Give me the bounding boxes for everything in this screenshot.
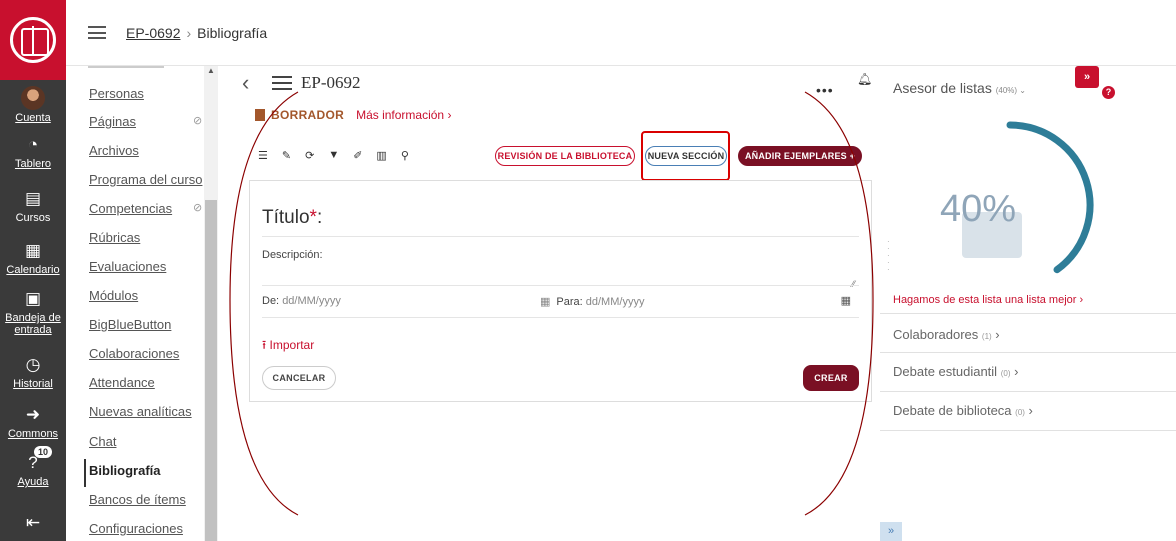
chevron-down-icon[interactable]: ⌄ <box>1017 86 1026 95</box>
divider <box>880 391 1176 392</box>
advisor-section-library-debate[interactable]: Debate de biblioteca (0) › <box>893 403 1033 418</box>
collapse-advisor-button[interactable]: » <box>1075 66 1099 88</box>
advisor-title: Asesor de listas (40%) ⌄ <box>893 80 1026 96</box>
divider <box>880 430 1176 431</box>
advisor-title-pct: (40%) <box>995 86 1018 95</box>
advisor-section-collaborators[interactable]: Colaboradores (1) › <box>893 327 1000 342</box>
help-icon[interactable]: ? <box>1102 86 1115 99</box>
annotation-left-arc <box>229 91 299 516</box>
expand-panel-icon[interactable]: » <box>880 522 902 541</box>
drag-handle-icon[interactable]: · · · · · <box>887 238 890 274</box>
divider <box>880 352 1176 353</box>
progress-arc <box>1006 121 1094 274</box>
chevron-right-icon: › <box>1024 403 1033 418</box>
advisor-section-student-debate[interactable]: Debate estudiantil (0) › <box>893 364 1018 379</box>
section-label: Debate estudiantil <box>893 364 998 379</box>
chevron-right-icon: › <box>991 327 1000 342</box>
chevron-right-icon: › <box>1010 364 1019 379</box>
annotation-right-arc <box>804 91 874 516</box>
advisor-percent: 40% <box>940 188 1017 230</box>
section-label: Debate de biblioteca <box>893 403 1012 418</box>
app-root: Cuenta ◔ Tablero ▤ Cursos ▦ Calendario ▣… <box>0 0 1176 541</box>
section-label: Colaboradores <box>893 327 979 342</box>
section-count: (0) <box>1015 408 1025 417</box>
section-count: (1) <box>981 332 992 341</box>
divider <box>880 313 1176 314</box>
improve-list-link[interactable]: Hagamos de esta lista una lista mejor › <box>893 294 1083 306</box>
advisor-title-text: Asesor de listas <box>893 80 992 96</box>
